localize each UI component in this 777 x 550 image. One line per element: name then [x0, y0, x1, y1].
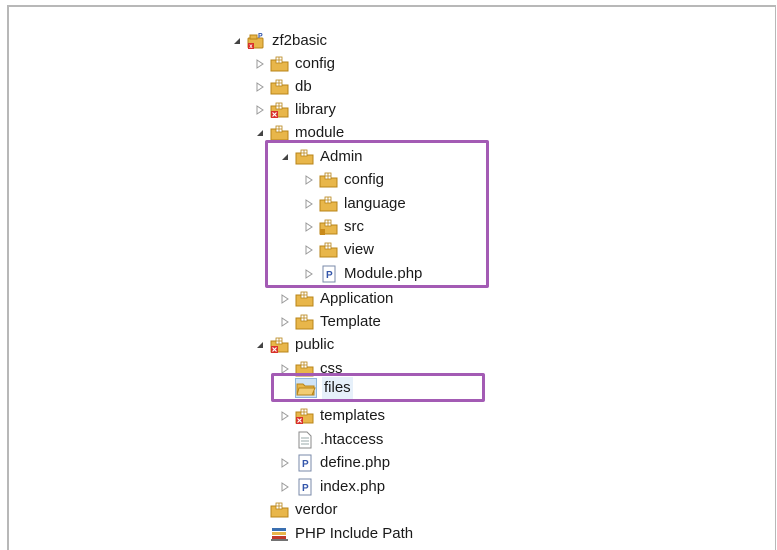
tree-item-label: src — [344, 218, 364, 235]
collapsed-arrow-icon[interactable] — [279, 410, 291, 422]
package-folder-icon — [270, 78, 290, 96]
tree-item-label: files — [322, 377, 353, 399]
tree-item-label: .htaccess — [320, 431, 384, 448]
tree-item-label: Application — [320, 290, 394, 307]
tree-item-label: config — [344, 171, 385, 188]
tree-item-label: templates — [320, 407, 386, 424]
svg-text:P: P — [258, 33, 263, 40]
tree-item-htaccess[interactable]: .htaccess — [295, 429, 383, 451]
tree-item-templates[interactable]: templates — [279, 405, 385, 427]
package-folder-icon — [295, 313, 315, 331]
tree-item-label: index.php — [320, 478, 386, 495]
folder-error-icon — [270, 101, 290, 119]
tree-item-admin-config[interactable]: config — [303, 169, 384, 191]
collapsed-arrow-icon[interactable] — [279, 481, 291, 493]
project-explorer-panel: P x zf2basic config db library module Ad… — [7, 5, 776, 550]
package-folder-icon — [319, 195, 339, 213]
expanded-arrow-icon[interactable] — [254, 127, 266, 139]
expanded-arrow-icon[interactable] — [254, 339, 266, 351]
package-folder-icon — [270, 501, 290, 519]
folder-error-icon — [295, 407, 315, 425]
package-folder-icon — [270, 55, 290, 73]
source-folder-icon — [319, 218, 339, 236]
collapsed-arrow-icon[interactable] — [303, 244, 315, 256]
tree-item-label: public — [295, 336, 335, 353]
tree-item-zf2basic[interactable]: P x zf2basic — [231, 30, 327, 52]
expanded-arrow-icon[interactable] — [279, 151, 291, 163]
tree-item-verdor[interactable]: verdor — [270, 499, 338, 521]
tree-item-label: Module.php — [344, 265, 423, 282]
package-folder-icon — [319, 171, 339, 189]
svg-text:P: P — [326, 270, 333, 281]
collapsed-arrow-icon[interactable] — [254, 81, 266, 93]
collapsed-arrow-icon[interactable] — [279, 457, 291, 469]
tree-item-label: view — [344, 241, 375, 258]
collapsed-arrow-icon[interactable] — [279, 293, 291, 305]
package-folder-icon — [295, 290, 315, 308]
tree-item-label: verdor — [295, 501, 338, 518]
tree-item-label: config — [295, 55, 336, 72]
collapsed-arrow-icon[interactable] — [254, 58, 266, 70]
tree-item-db[interactable]: db — [254, 76, 312, 98]
tree-item-template[interactable]: Template — [279, 311, 381, 333]
tree-item-label: PHP Include Path — [295, 525, 414, 542]
collapsed-arrow-icon[interactable] — [303, 221, 315, 233]
tree-item-admin-language[interactable]: language — [303, 193, 406, 215]
collapsed-arrow-icon[interactable] — [303, 174, 315, 186]
expanded-arrow-icon[interactable] — [231, 35, 243, 47]
svg-text:P: P — [302, 483, 309, 494]
collapsed-arrow-icon[interactable] — [303, 198, 315, 210]
package-folder-icon — [295, 148, 315, 166]
tree-item-label: zf2basic — [272, 32, 328, 49]
tree-item-admin-view[interactable]: view — [303, 239, 374, 261]
folder-error-icon — [270, 336, 290, 354]
php-file-icon: P — [295, 478, 315, 496]
tree-item-admin-src[interactable]: src — [303, 216, 364, 238]
tree-item-module-php[interactable]: P Module.php — [303, 263, 422, 285]
collapsed-arrow-icon[interactable] — [303, 268, 315, 280]
tree-item-define-php[interactable]: P define.php — [279, 452, 390, 474]
tree-item-public[interactable]: public — [254, 334, 334, 356]
tree-item-php-include-path[interactable]: PHP Include Path — [270, 523, 413, 545]
tree-item-label: define.php — [320, 454, 391, 471]
collapsed-arrow-icon[interactable] — [279, 316, 291, 328]
tree-item-files[interactable]: files — [295, 377, 353, 399]
tree-item-library[interactable]: library — [254, 99, 336, 121]
tree-item-label: language — [344, 195, 406, 212]
text-file-icon — [295, 431, 315, 449]
tree-item-label: Admin — [320, 148, 363, 165]
tree-item-label: db — [295, 78, 312, 95]
include-path-icon — [270, 525, 290, 543]
php-project-icon: P x — [247, 32, 267, 50]
collapsed-arrow-icon[interactable] — [254, 104, 266, 116]
tree-item-admin[interactable]: Admin — [279, 146, 363, 168]
svg-text:P: P — [302, 459, 309, 470]
folder-open-icon — [295, 378, 317, 398]
tree-item-application[interactable]: Application — [279, 288, 393, 310]
package-folder-icon — [319, 241, 339, 259]
tree-item-label: Template — [320, 313, 381, 330]
tree-item-label: library — [295, 101, 336, 118]
php-file-icon: P — [295, 454, 315, 472]
tree-item-index-php[interactable]: P index.php — [279, 476, 385, 498]
tree-item-config[interactable]: config — [254, 53, 335, 75]
php-file-icon: P — [319, 265, 339, 283]
